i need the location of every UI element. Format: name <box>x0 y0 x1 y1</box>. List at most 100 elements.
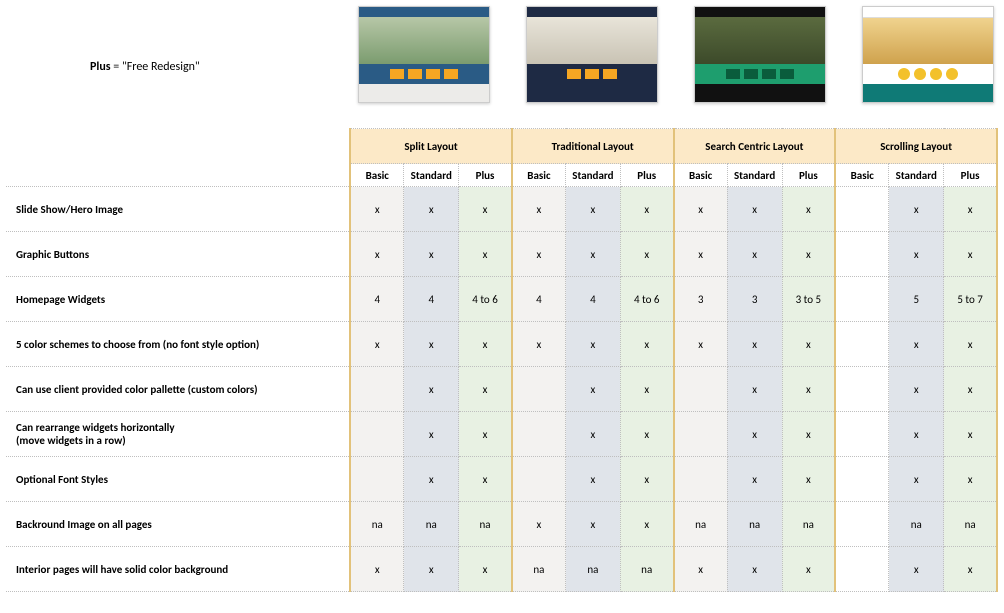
cell: x <box>566 322 621 367</box>
cell: x <box>404 547 459 592</box>
layout-thumbnails <box>358 6 994 103</box>
cell: x <box>512 322 566 367</box>
cell: x <box>566 232 621 277</box>
table-row: Interior pages will have solid color bac… <box>6 547 997 592</box>
header-traditional: Traditional Layout <box>512 129 674 164</box>
cell: x <box>727 367 782 412</box>
cell: x <box>889 367 944 412</box>
cell: x <box>404 322 459 367</box>
thumb-traditional-layout <box>526 6 658 103</box>
cell <box>835 502 889 547</box>
cell: 4 <box>404 277 459 322</box>
cell <box>350 457 404 502</box>
cell <box>835 322 889 367</box>
cell <box>835 547 889 592</box>
cell: x <box>944 367 997 412</box>
cell: x <box>782 457 835 502</box>
cell: x <box>566 367 621 412</box>
cell: x <box>889 412 944 457</box>
cell <box>350 367 404 412</box>
cell: x <box>459 367 512 412</box>
cell: x <box>782 367 835 412</box>
cell: 5 to 7 <box>944 277 997 322</box>
cell: x <box>944 412 997 457</box>
cell: x <box>404 412 459 457</box>
cell: x <box>404 232 459 277</box>
cell: x <box>620 367 673 412</box>
cell: x <box>889 232 944 277</box>
cell: x <box>620 502 673 547</box>
cell: na <box>350 502 404 547</box>
cell: x <box>889 457 944 502</box>
cell: na <box>944 502 997 547</box>
cell: x <box>512 502 566 547</box>
cell: na <box>674 502 728 547</box>
cell: na <box>512 547 566 592</box>
cell: x <box>889 547 944 592</box>
cell: x <box>566 187 621 232</box>
cell: x <box>782 412 835 457</box>
table-row: Graphic Buttonsxxxxxxxxxxx <box>6 232 997 277</box>
cell: na <box>404 502 459 547</box>
cell: x <box>620 187 673 232</box>
cell: x <box>459 322 512 367</box>
row-label: Can rearrange widgets horizontally(move … <box>6 412 350 457</box>
cell: x <box>350 547 404 592</box>
plus-note: Plus = "Free Redesign" <box>90 60 200 74</box>
table-row: Can rearrange widgets horizontally(move … <box>6 412 997 457</box>
plus-note-bold: Plus <box>90 60 111 74</box>
cell: x <box>350 232 404 277</box>
cell: x <box>727 457 782 502</box>
cell <box>674 412 728 457</box>
cell: x <box>566 502 621 547</box>
cell <box>350 412 404 457</box>
thumb-search-centric-layout <box>694 6 826 103</box>
cell: x <box>889 187 944 232</box>
cell: 3 <box>674 277 728 322</box>
cell: na <box>566 547 621 592</box>
cell <box>835 457 889 502</box>
cell: na <box>782 502 835 547</box>
cell: x <box>944 232 997 277</box>
cell: na <box>459 502 512 547</box>
cell: x <box>944 187 997 232</box>
row-label: Can use client provided color pallette (… <box>6 367 350 412</box>
cell: 4 <box>566 277 621 322</box>
cell: 5 <box>889 277 944 322</box>
cell: x <box>674 547 728 592</box>
cell: x <box>404 187 459 232</box>
cell: x <box>566 457 621 502</box>
cell: x <box>350 187 404 232</box>
row-label: Slide Show/Hero Image <box>6 187 350 232</box>
cell: x <box>620 322 673 367</box>
cell: x <box>889 322 944 367</box>
cell: na <box>620 547 673 592</box>
cell: x <box>512 232 566 277</box>
cell <box>835 232 889 277</box>
cell: x <box>727 232 782 277</box>
cell <box>835 367 889 412</box>
row-label: Homepage Widgets <box>6 277 350 322</box>
cell: 3 to 5 <box>782 277 835 322</box>
cell <box>835 187 889 232</box>
cell: x <box>512 187 566 232</box>
cell: 4 <box>350 277 404 322</box>
cell: x <box>944 457 997 502</box>
cell: x <box>782 322 835 367</box>
tier-plus: Plus <box>459 164 512 187</box>
table-row: Can use client provided color pallette (… <box>6 367 997 412</box>
row-label: Backround Image on all pages <box>6 502 350 547</box>
cell: x <box>674 322 728 367</box>
cell: x <box>944 547 997 592</box>
header-search: Search Centric Layout <box>674 129 836 164</box>
cell: x <box>782 232 835 277</box>
cell: x <box>459 232 512 277</box>
cell: 4 to 6 <box>620 277 673 322</box>
cell: x <box>459 187 512 232</box>
cell: x <box>620 457 673 502</box>
row-label: Interior pages will have solid color bac… <box>6 547 350 592</box>
cell: x <box>350 322 404 367</box>
table-row: Optional Font Stylesxxxxxxxx <box>6 457 997 502</box>
cell: x <box>404 367 459 412</box>
cell: 4 to 6 <box>459 277 512 322</box>
